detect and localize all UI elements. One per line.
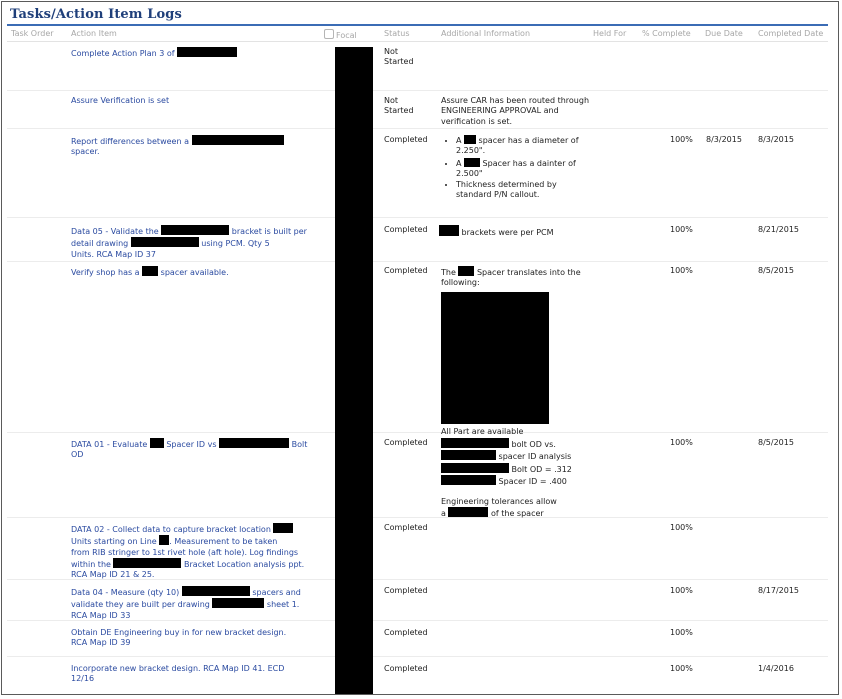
- completed-date-cell: 8/5/2015: [758, 266, 794, 275]
- completed-date-cell: 8/21/2015: [758, 225, 800, 234]
- people-picker-icon: [324, 29, 334, 39]
- status-cell: Completed: [384, 266, 428, 275]
- action-item-link[interactable]: Assure Verification is set: [71, 96, 169, 106]
- additional-info-cell: Assure CAR has been routed through ENGIN…: [441, 96, 590, 126]
- redaction: [113, 557, 182, 568]
- page-title: Tasks/Action Item Logs: [10, 7, 182, 22]
- row-divider: [7, 128, 828, 129]
- redaction: [441, 474, 496, 485]
- percent-complete-cell: 100%: [670, 266, 693, 275]
- additional-info-cell: A spacer has a diameter of 2.250". A Spa…: [444, 135, 589, 202]
- due-date-cell: 8/3/2015: [706, 135, 742, 144]
- additional-info-cell: bolt OD vs. spacer ID analysis Bolt OD =…: [441, 438, 572, 519]
- percent-complete-cell: 100%: [670, 523, 693, 532]
- redaction: [191, 135, 284, 145]
- percent-complete-cell: 100%: [670, 664, 693, 673]
- row-divider: [7, 261, 828, 262]
- status-cell: Not Started: [384, 96, 414, 116]
- column-header-additional-info[interactable]: Additional Information: [441, 29, 530, 38]
- status-cell: Completed: [384, 135, 428, 144]
- redaction: [181, 586, 250, 596]
- redaction: [149, 438, 164, 448]
- status-cell: Completed: [384, 664, 428, 673]
- status-cell: Completed: [384, 628, 428, 637]
- completed-date-cell: 8/3/2015: [758, 135, 794, 144]
- action-item-link[interactable]: Data 05 - Validate the bracket is built …: [71, 225, 321, 260]
- row-divider: [7, 90, 828, 91]
- row-divider: [7, 217, 828, 218]
- redaction: [177, 47, 238, 57]
- completed-date-cell: 8/5/2015: [758, 438, 794, 447]
- redaction: [212, 598, 265, 609]
- percent-complete-cell: 100%: [670, 586, 693, 595]
- redacted-image: [441, 291, 549, 424]
- redaction: [441, 450, 496, 461]
- redaction: [439, 225, 459, 236]
- action-item-link[interactable]: DATA 01 - Evaluate Spacer ID vs Bolt OD: [71, 438, 321, 461]
- task-log-panel: Tasks/Action Item Logs Task Order Action…: [1, 1, 839, 695]
- status-cell: Completed: [384, 523, 428, 532]
- action-item-link[interactable]: Data 04 - Measure (qty 10) spacers and v…: [71, 586, 331, 621]
- row-divider: [7, 656, 828, 657]
- status-cell: Not Started: [384, 47, 414, 67]
- bullet-item: Thickness determined by standard P/N cal…: [456, 180, 589, 201]
- column-header-percent-complete[interactable]: % Complete: [642, 29, 691, 38]
- redaction: [458, 266, 475, 276]
- action-item-link[interactable]: Incorporate new bracket design. RCA Map …: [71, 664, 331, 685]
- completed-date-cell: 1/4/2016: [758, 664, 794, 673]
- row-divider: [7, 517, 828, 518]
- column-header-held-for[interactable]: Held For: [593, 29, 626, 38]
- redaction: [219, 438, 290, 448]
- action-item-link[interactable]: Obtain DE Engineering buy in for new bra…: [71, 628, 331, 649]
- column-header-due-date[interactable]: Due Date: [705, 29, 743, 38]
- redaction: [142, 266, 159, 276]
- status-cell: Completed: [384, 586, 428, 595]
- column-header-action-item[interactable]: Action Item: [71, 29, 117, 38]
- column-header-status[interactable]: Status: [384, 29, 410, 38]
- percent-complete-cell: 100%: [670, 135, 693, 144]
- action-item-link[interactable]: Report differences between a spacer.: [71, 135, 321, 158]
- bullet-item: A spacer has a diameter of 2.250".: [456, 135, 589, 157]
- status-cell: Completed: [384, 225, 428, 234]
- title-divider: [7, 24, 828, 26]
- column-header-completed-date[interactable]: Completed Date: [758, 29, 823, 38]
- column-header-focal[interactable]: Focal: [324, 29, 357, 40]
- redaction: [161, 225, 230, 235]
- redaction: [441, 438, 509, 448]
- redaction: [448, 507, 489, 518]
- percent-complete-cell: 100%: [670, 628, 693, 637]
- column-header-task-order[interactable]: Task Order: [11, 29, 54, 38]
- completed-date-cell: 8/17/2015: [758, 586, 800, 595]
- redaction: [464, 157, 481, 167]
- redaction: [464, 135, 477, 144]
- column-header-focal-label: Focal: [336, 31, 357, 40]
- action-item-link[interactable]: DATA 02 - Collect data to capture bracke…: [71, 523, 331, 580]
- action-item-link[interactable]: Complete Action Plan 3 of: [71, 47, 238, 59]
- header-divider: [7, 41, 828, 42]
- redaction: [441, 462, 509, 473]
- redaction: [130, 237, 199, 248]
- percent-complete-cell: 100%: [670, 438, 693, 447]
- percent-complete-cell: 100%: [670, 225, 693, 234]
- row-divider: [7, 432, 828, 433]
- additional-info-cell: The Spacer translates into the following…: [441, 266, 581, 436]
- additional-info-cell: brackets were per PCM: [439, 225, 589, 238]
- action-item-link[interactable]: Verify shop has a spacer available.: [71, 266, 321, 278]
- bullet-item: A Spacer has a dainter of 2.500": [456, 157, 589, 180]
- redaction: [159, 535, 170, 546]
- status-cell: Completed: [384, 438, 428, 447]
- focal-column-redaction: [335, 47, 373, 694]
- redaction: [273, 523, 294, 533]
